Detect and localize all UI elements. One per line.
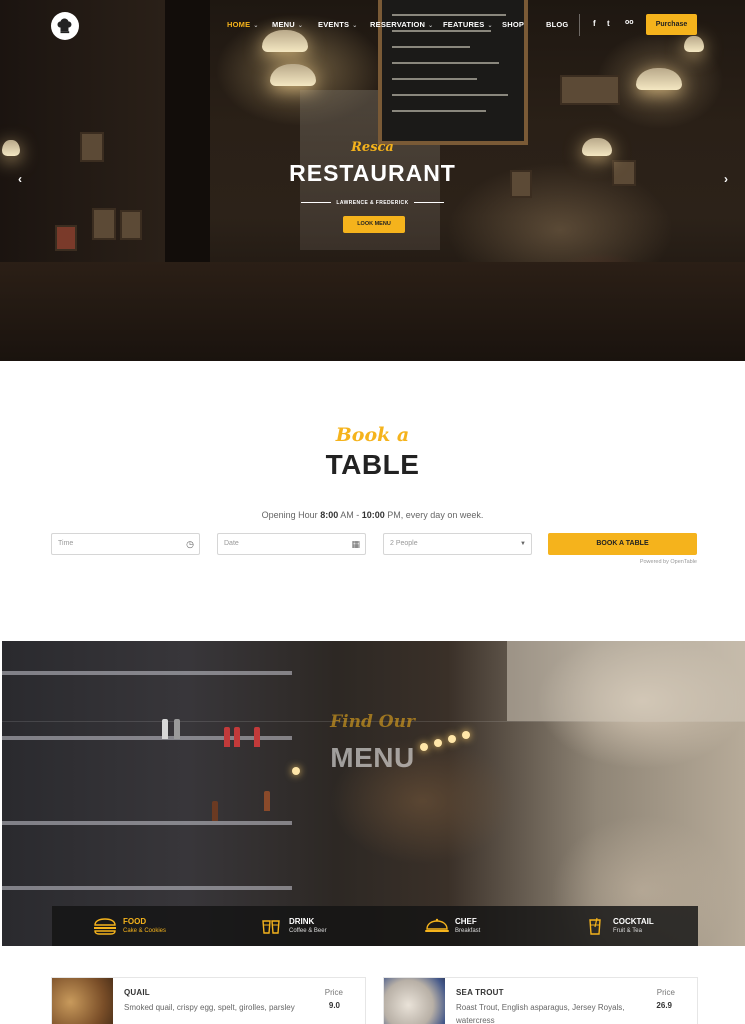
chef-hat-icon: [57, 18, 72, 34]
hero-slider: HOME ⌄ MENU ⌄ EVENTS ⌄ RESERVATION ⌄ FEATURE…: [0, 0, 745, 361]
booking-title: TABLE: [325, 449, 420, 480]
menu-item-card[interactable]: SEA TROUT Roast Trout, English asparagus…: [383, 977, 698, 1024]
menu-item-description: Roast Trout, English asparagus, Jersey R…: [456, 1003, 625, 1024]
time-field[interactable]: Time ◷: [51, 533, 200, 555]
hero-bg-counter: [0, 262, 745, 361]
menu-tabs: FOOD Cake & Cookies DRINK Coffee & Beer …: [52, 906, 698, 946]
people-select[interactable]: 2 People ▼: [383, 533, 532, 555]
hero-subtitle: LAWRENCE & FREDERICK: [336, 199, 409, 206]
opening-hours: Opening Hour 8:00 AM - 10:00 PM, every d…: [261, 510, 484, 520]
menu-title: MENU: [330, 742, 415, 773]
clock-icon: ◷: [186, 539, 194, 549]
booking-script-title: Book a: [335, 424, 410, 446]
chevron-down-icon: ⌄: [428, 23, 434, 29]
tab-chef[interactable]: CHEF Breakfast: [424, 906, 480, 946]
menu-item-description: Smoked quail, crispy egg, spelt, girolle…: [124, 1003, 295, 1012]
nav-divider: [579, 14, 580, 36]
hero-bg-frame: [120, 210, 142, 240]
menu-bg-shelf: [2, 821, 292, 825]
powered-by-opentable[interactable]: Powered by OpenTable: [640, 559, 697, 565]
nav-events[interactable]: EVENTS ⌄: [318, 20, 357, 29]
tab-cocktail[interactable]: COCKTAIL Fruit & Tea: [582, 906, 654, 946]
menu-item-price: 9.0: [328, 1001, 340, 1010]
hero-bg-lamp: [270, 64, 316, 86]
menu-item-price: 26.9: [656, 1001, 672, 1010]
hero-subtitle-row: LAWRENCE & FREDERICK: [0, 194, 745, 212]
hero-bg-frame: [560, 75, 620, 105]
menu-bg-light: [462, 731, 470, 739]
look-menu-button[interactable]: LOOK MENU: [343, 216, 405, 233]
nav-home[interactable]: HOME ⌄: [227, 20, 259, 29]
hero-bg-frame: [92, 208, 116, 240]
menu-bg-bottle: [264, 791, 270, 811]
nav-reservation[interactable]: RESERVATION ⌄: [370, 20, 433, 29]
nav-blog[interactable]: BLOG: [546, 20, 568, 29]
drink-icon: [262, 920, 280, 934]
dish-icon: [425, 918, 449, 932]
menu-script-title: Find Our: [330, 712, 415, 732]
divider-line: [413, 202, 444, 204]
facebook-icon[interactable]: f: [593, 19, 596, 28]
menu-item-card[interactable]: QUAIL Smoked quail, crispy egg, spelt, g…: [51, 977, 366, 1024]
menu-item-price-label: Price: [324, 988, 343, 997]
hero-bg-lamp: [636, 68, 682, 90]
menu-bg-shelf: [2, 671, 292, 675]
menu-bg-shelf: [2, 736, 292, 740]
divider-line: [301, 202, 332, 204]
top-navigation: HOME ⌄ MENU ⌄ EVENTS ⌄ RESERVATION ⌄ FEATURE…: [0, 0, 745, 50]
calendar-icon: ▦: [351, 539, 360, 549]
chevron-down-icon: ⌄: [297, 23, 304, 29]
tab-food[interactable]: FOOD Cake & Cookies: [92, 906, 166, 946]
nav-menu[interactable]: MENU ⌄: [272, 20, 303, 29]
chevron-down-icon: ⌄: [253, 23, 259, 29]
cocktail-icon: [589, 917, 601, 935]
chef-hat-logo[interactable]: [51, 12, 79, 40]
nav-features[interactable]: FEATURES ⌄: [443, 20, 493, 29]
menu-bg-shelf: [2, 886, 292, 890]
hero-title: RESTAURANT: [289, 160, 456, 186]
hero-script-title: Resca: [351, 140, 394, 155]
date-field[interactable]: Date ▦: [217, 533, 366, 555]
menu-item-price-label: Price: [656, 988, 675, 997]
book-table-button[interactable]: BOOK A TABLE: [548, 533, 697, 555]
menu-bg-wall: [507, 641, 745, 721]
chevron-down-icon: ⌄: [487, 23, 493, 29]
caret-down-icon: ▼: [520, 541, 526, 547]
tab-drink[interactable]: DRINK Coffee & Beer: [258, 906, 327, 946]
menu-bg-bottle: [212, 801, 218, 821]
twitter-icon[interactable]: t: [607, 19, 610, 28]
menu-banner: [2, 641, 745, 946]
nav-shop[interactable]: SHOP: [502, 20, 524, 29]
hero-bg-frame: [55, 225, 77, 251]
quail-dish-image: [52, 978, 113, 1024]
tripadvisor-icon[interactable]: oo: [625, 19, 634, 26]
chevron-down-icon: ⌄: [352, 23, 358, 29]
sea-trout-dish-image: [384, 978, 445, 1024]
menu-item-name: SEA TROUT: [456, 988, 504, 997]
menu-item-name: QUAIL: [124, 988, 150, 997]
purchase-button[interactable]: Purchase: [646, 14, 697, 35]
burger-icon: [94, 918, 116, 935]
